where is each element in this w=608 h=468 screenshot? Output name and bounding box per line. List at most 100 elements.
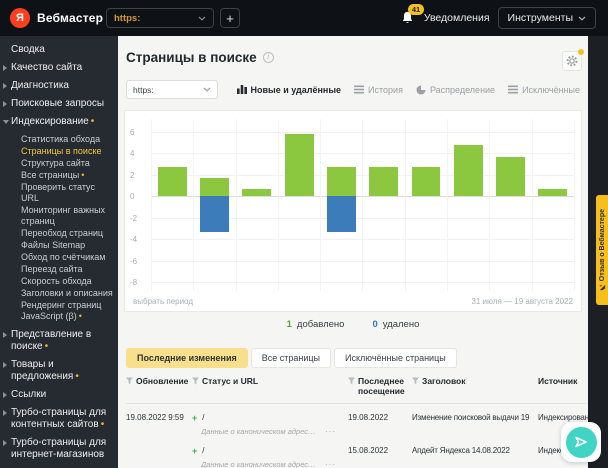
new-indicator-dot: •: [78, 311, 82, 321]
filter-icon[interactable]: [412, 377, 419, 385]
sidebar-item-label: Индексирование: [11, 116, 89, 127]
y-axis-tick-label: 0: [130, 192, 135, 202]
sidebar-subitem-label: Структура сайта: [21, 158, 90, 168]
view-tab-0[interactable]: Новые и удалённые: [236, 85, 341, 95]
sidebar-subitem-8[interactable]: Обход по счётчикам: [0, 252, 118, 263]
chevron-collapsed-icon: [3, 332, 7, 338]
note-line: Данные о каноническом адресе обрабатыва.…: [192, 460, 340, 468]
status-line: + /: [192, 413, 340, 423]
more-button[interactable]: ···: [325, 460, 336, 468]
sidebar-subitem-7[interactable]: Файлы Sitemap: [0, 240, 118, 251]
legend-removed-label: удалено: [382, 319, 420, 330]
chart-legend: 1 добавлено 0 удалено: [118, 319, 588, 330]
chart-bar-slot-8[interactable]: [489, 119, 531, 291]
table-tab-0[interactable]: Последние изменения: [126, 348, 248, 368]
sidebar-subitem-6[interactable]: Переобход страниц: [0, 228, 118, 239]
view-tab-3[interactable]: Исключённые: [508, 85, 580, 95]
new-indicator-dot: •: [44, 341, 49, 352]
notifications-bell[interactable]: 41: [400, 4, 425, 26]
chart-bar-slot-7[interactable]: [447, 119, 489, 291]
sidebar-bottom-item-2[interactable]: Ссылки: [0, 389, 118, 401]
chevron-expanded-icon: [3, 120, 9, 124]
sidebar-subitem-10[interactable]: Скорость обхода: [0, 276, 118, 287]
sidebar-bottom-item-3[interactable]: Турбо-страницы для контентных сайтов •: [0, 407, 118, 431]
page-url-link[interactable]: /: [202, 446, 204, 456]
chart-bar-slot-6[interactable]: [404, 119, 447, 291]
chart-bar-slot-2[interactable]: [235, 119, 278, 291]
view-tab-2[interactable]: Распределение: [416, 84, 496, 95]
bar-removed: [200, 196, 229, 232]
sidebar-subitem-11[interactable]: Заголовки и описания: [0, 288, 118, 299]
site-filter-select[interactable]: https:: [126, 80, 218, 99]
sidebar-subitem-0[interactable]: Статистика обхода: [0, 134, 118, 145]
sidebar-subitem-9[interactable]: Переезд сайта: [0, 264, 118, 275]
sidebar-subitem-2[interactable]: Структура сайта: [0, 158, 118, 169]
bar-added: [242, 188, 272, 197]
chart-plot-area: 6 4 2 0 -2 -4 -6 -8: [125, 119, 575, 291]
brand-label: Вебмастер: [37, 11, 104, 25]
info-icon[interactable]: i: [262, 52, 274, 63]
sidebar-subitem-label: Обход по счётчикам: [21, 252, 106, 262]
filter-icon[interactable]: [126, 377, 133, 385]
site-selector[interactable]: https:: [106, 8, 214, 28]
view-tab-label: Распределение: [429, 84, 496, 95]
sidebar-item-4[interactable]: Индексирование •: [0, 116, 118, 128]
chat-widget: [561, 422, 601, 462]
notifications-label[interactable]: Уведомления: [424, 12, 490, 24]
sidebar-subitem-1[interactable]: Страницы в поиске: [0, 146, 118, 157]
sidebar-bottom-item-0[interactable]: Представление в поиске •: [0, 329, 118, 353]
chart-bar-slot-3[interactable]: [277, 119, 320, 291]
view-tab-1[interactable]: История: [354, 85, 403, 95]
bar-added: [538, 188, 568, 197]
sidebar-item-0[interactable]: Сводка: [0, 44, 118, 56]
column-header-label: Обновление: [136, 376, 189, 386]
chat-widget-button[interactable]: [565, 426, 597, 458]
bar-added: [496, 156, 526, 197]
column-header-1: Статус и URL: [192, 376, 340, 396]
filter-icon[interactable]: [192, 377, 199, 385]
last-visit-cell: 19.08.2022: [348, 413, 389, 422]
pages-chart: 6 4 2 0 -2 -4 -6 -8 выбрать период 31 июля — 19…: [124, 110, 582, 312]
sidebar-bottom-item-4[interactable]: Турбо-страницы для интернет-магазинов: [0, 437, 118, 461]
table-row-0: 19.08.2022 9:59 + / Данные о каноническом а…: [126, 404, 588, 437]
pages-table: Обновление Статус и URL Последнее посещени…: [126, 376, 588, 468]
bar-added: [453, 144, 483, 197]
sidebar-subitem-12[interactable]: Рендеринг страниц JavaScript (β) •: [0, 300, 118, 322]
sidebar-item-2[interactable]: Диагностика: [0, 80, 118, 92]
sidebar-subitem-4[interactable]: Проверить статус URL: [0, 182, 118, 204]
chart-bar-slot-4[interactable]: [320, 119, 362, 291]
column-header-label: Заголовок: [422, 376, 466, 386]
chart-bar-slot-1[interactable]: [193, 119, 235, 291]
settings-gear-button[interactable]: [562, 49, 584, 71]
table-tab-1[interactable]: Все страницы: [250, 348, 332, 368]
sidebar-item-3[interactable]: Поисковые запросы: [0, 98, 118, 110]
sidebar-item-label: Поисковые запросы: [11, 98, 105, 109]
more-button[interactable]: ···: [325, 427, 336, 437]
yandex-logo-icon: Я: [10, 8, 30, 28]
gear-icon: [566, 55, 578, 67]
chart-bar-slot-0[interactable]: [151, 119, 193, 291]
tools-button[interactable]: Инструменты: [497, 7, 596, 29]
feedback-tab[interactable]: Отзыв о Вебмастере: [596, 195, 608, 305]
status-added-icon: +: [192, 446, 198, 456]
chart-bars: [151, 119, 575, 291]
sidebar-subitem-3[interactable]: Все страницы •: [0, 170, 118, 181]
chart-bar-slot-9[interactable]: [531, 119, 575, 291]
period-selector-link[interactable]: выбрать период: [133, 297, 193, 306]
yandex-webmaster-logo[interactable]: Я Вебмастер: [0, 8, 104, 28]
feedback-icon: [599, 284, 605, 291]
filter-icon[interactable]: [348, 377, 355, 385]
sidebar-subitem-5[interactable]: Мониторинг важных страниц: [0, 205, 118, 227]
bar-removed: [326, 196, 356, 232]
add-site-button[interactable]: +: [220, 8, 240, 28]
sidebar-bottom-item-1[interactable]: Товары и предложения •: [0, 359, 118, 383]
page-url-link[interactable]: /: [202, 413, 204, 423]
table-tab-2[interactable]: Исключённые страницы: [334, 348, 457, 368]
note-line: Данные о каноническом адресе обрабатыва.…: [192, 427, 340, 437]
sidebar-item-label: Турбо-страницы для интернет-магазинов: [11, 437, 107, 460]
chart-bar-slot-5[interactable]: [362, 119, 404, 291]
updated-cell: 19.08.2022 9:59: [126, 413, 184, 422]
sidebar-item-label: Ссылки: [11, 389, 47, 400]
sidebar-item-1[interactable]: Качество сайта: [0, 62, 118, 74]
status-line: + /: [192, 446, 340, 456]
